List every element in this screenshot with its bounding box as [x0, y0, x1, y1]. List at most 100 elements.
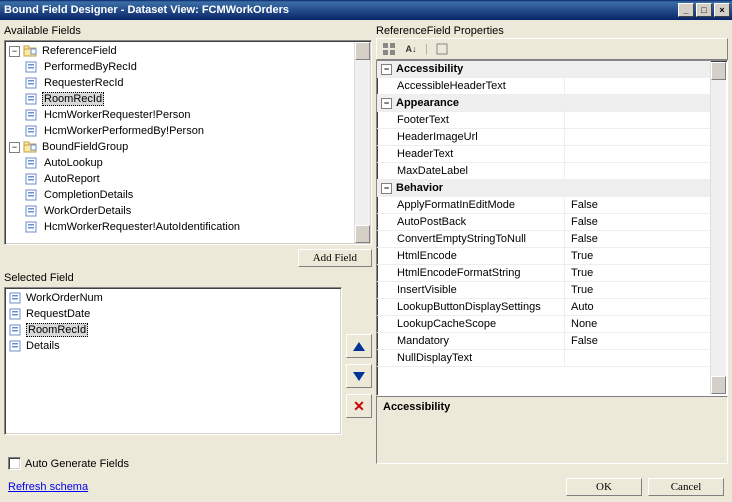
field-icon [25, 124, 39, 138]
property-value[interactable] [565, 129, 711, 145]
property-value[interactable]: True [565, 248, 711, 264]
property-value[interactable]: False [565, 231, 711, 247]
property-value[interactable] [565, 163, 711, 179]
property-category[interactable]: −Behavior [377, 180, 711, 197]
refresh-schema-link[interactable]: Refresh schema [8, 481, 88, 493]
property-category[interactable]: −Accessibility [377, 61, 711, 78]
property-row[interactable]: LookupCacheScopeNone [377, 316, 711, 333]
tree-field[interactable]: RequesterRecId [7, 75, 369, 91]
property-name: AutoPostBack [377, 214, 565, 230]
expand-icon[interactable]: − [9, 46, 20, 57]
property-value[interactable]: False [565, 214, 711, 230]
list-item[interactable]: RequestDate [7, 306, 339, 322]
field-icon [25, 76, 39, 90]
property-value[interactable] [565, 78, 711, 94]
property-row[interactable]: MandatoryFalse [377, 333, 711, 350]
arrow-up-icon [353, 342, 365, 351]
collapse-icon[interactable]: − [381, 183, 392, 194]
field-icon [25, 60, 39, 74]
available-fields-tree[interactable]: − ReferenceField PerformedByRecIdRequester… [4, 40, 372, 245]
window-title: Bound Field Designer - Dataset View: FCM… [4, 4, 289, 16]
close-button[interactable]: × [714, 3, 730, 17]
property-row[interactable]: InsertVisibleTrue [377, 282, 711, 299]
tree-field[interactable]: HcmWorkerRequester!AutoIdentification [7, 219, 369, 235]
titlebar: Bound Field Designer - Dataset View: FCM… [0, 0, 732, 20]
tree-item-label: HcmWorkerRequester!AutoIdentification [42, 221, 242, 233]
collapse-icon[interactable]: − [381, 98, 392, 109]
property-value[interactable]: True [565, 265, 711, 281]
property-row[interactable]: HtmlEncodeTrue [377, 248, 711, 265]
selected-fields-list[interactable]: WorkOrderNumRequestDateRoomRecId Details [4, 287, 342, 435]
list-item-label: Details [26, 340, 60, 352]
delete-icon: ✕ [353, 398, 365, 415]
property-value[interactable]: Auto [565, 299, 711, 315]
tree-group[interactable]: − ReferenceField [7, 43, 369, 59]
tree-field[interactable]: AutoLookup [7, 155, 369, 171]
property-value[interactable] [565, 350, 711, 366]
add-field-button[interactable]: Add Field [298, 249, 372, 267]
property-row[interactable]: ApplyFormatInEditModeFalse [377, 197, 711, 214]
list-item[interactable]: WorkOrderNum [7, 290, 339, 306]
property-name: Mandatory [377, 333, 565, 349]
tree-field[interactable]: HcmWorkerPerformedBy!Person [7, 123, 369, 139]
property-grid[interactable]: −AccessibilityAccessibleHeaderText−Appea… [376, 60, 728, 396]
expand-icon[interactable]: − [9, 142, 20, 153]
tree-item-label: AutoLookup [42, 157, 105, 169]
tree-field[interactable]: CompletionDetails [7, 187, 369, 203]
ok-button[interactable]: OK [566, 478, 642, 496]
tree-field[interactable]: PerformedByRecId [7, 59, 369, 75]
property-row[interactable]: HeaderText [377, 146, 711, 163]
tree-item-label: RoomRecId [42, 92, 104, 106]
maximize-button[interactable]: □ [696, 3, 712, 17]
property-row[interactable]: HtmlEncodeFormatStringTrue [377, 265, 711, 282]
field-icon [9, 307, 23, 321]
property-row[interactable]: LookupButtonDisplaySettingsAuto [377, 299, 711, 316]
property-row[interactable]: HeaderImageUrl [377, 129, 711, 146]
scrollbar[interactable] [354, 42, 370, 243]
field-icon [9, 323, 23, 337]
tree-field[interactable]: WorkOrderDetails [7, 203, 369, 219]
property-row[interactable]: AutoPostBackFalse [377, 214, 711, 231]
property-name: NullDisplayText [377, 350, 565, 366]
property-name: ConvertEmptyStringToNull [377, 231, 565, 247]
property-row[interactable]: AccessibleHeaderText [377, 78, 711, 95]
alpha-sort-icon[interactable]: A↓ [403, 41, 419, 57]
list-item[interactable]: RoomRecId [7, 322, 339, 338]
move-down-button[interactable] [346, 364, 372, 388]
property-row[interactable]: NullDisplayText [377, 350, 711, 367]
category-name: Appearance [396, 97, 459, 109]
tree-item-label: HcmWorkerPerformedBy!Person [42, 125, 206, 137]
property-name: HeaderImageUrl [377, 129, 565, 145]
list-item[interactable]: Details [7, 338, 339, 354]
move-up-button[interactable] [346, 334, 372, 358]
tree-item-label: ReferenceField [40, 45, 119, 57]
scrollbar[interactable] [710, 62, 726, 394]
property-row[interactable]: MaxDateLabel [377, 163, 711, 180]
auto-generate-label: Auto Generate Fields [25, 458, 129, 470]
category-name: Behavior [396, 182, 443, 194]
tree-field[interactable]: HcmWorkerRequester!Person [7, 107, 369, 123]
property-value[interactable]: False [565, 197, 711, 213]
property-value[interactable]: None [565, 316, 711, 332]
tree-field[interactable]: RoomRecId [7, 91, 369, 107]
property-value[interactable]: True [565, 282, 711, 298]
tree-item-label: AutoReport [42, 173, 102, 185]
delete-button[interactable]: ✕ [346, 394, 372, 418]
field-icon [25, 156, 39, 170]
categorize-icon[interactable] [381, 41, 397, 57]
property-pages-icon[interactable] [434, 41, 450, 57]
collapse-icon[interactable]: − [381, 64, 392, 75]
minimize-button[interactable]: _ [678, 3, 694, 17]
property-name: HtmlEncode [377, 248, 565, 264]
property-value[interactable] [565, 146, 711, 162]
property-name: HtmlEncodeFormatString [377, 265, 565, 281]
tree-field[interactable]: AutoReport [7, 171, 369, 187]
property-row[interactable]: ConvertEmptyStringToNullFalse [377, 231, 711, 248]
property-row[interactable]: FooterText [377, 112, 711, 129]
property-value[interactable] [565, 112, 711, 128]
property-value[interactable]: False [565, 333, 711, 349]
auto-generate-checkbox[interactable] [8, 457, 21, 470]
tree-group[interactable]: −BoundFieldGroup [7, 139, 369, 155]
property-category[interactable]: −Appearance [377, 95, 711, 112]
cancel-button[interactable]: Cancel [648, 478, 724, 496]
